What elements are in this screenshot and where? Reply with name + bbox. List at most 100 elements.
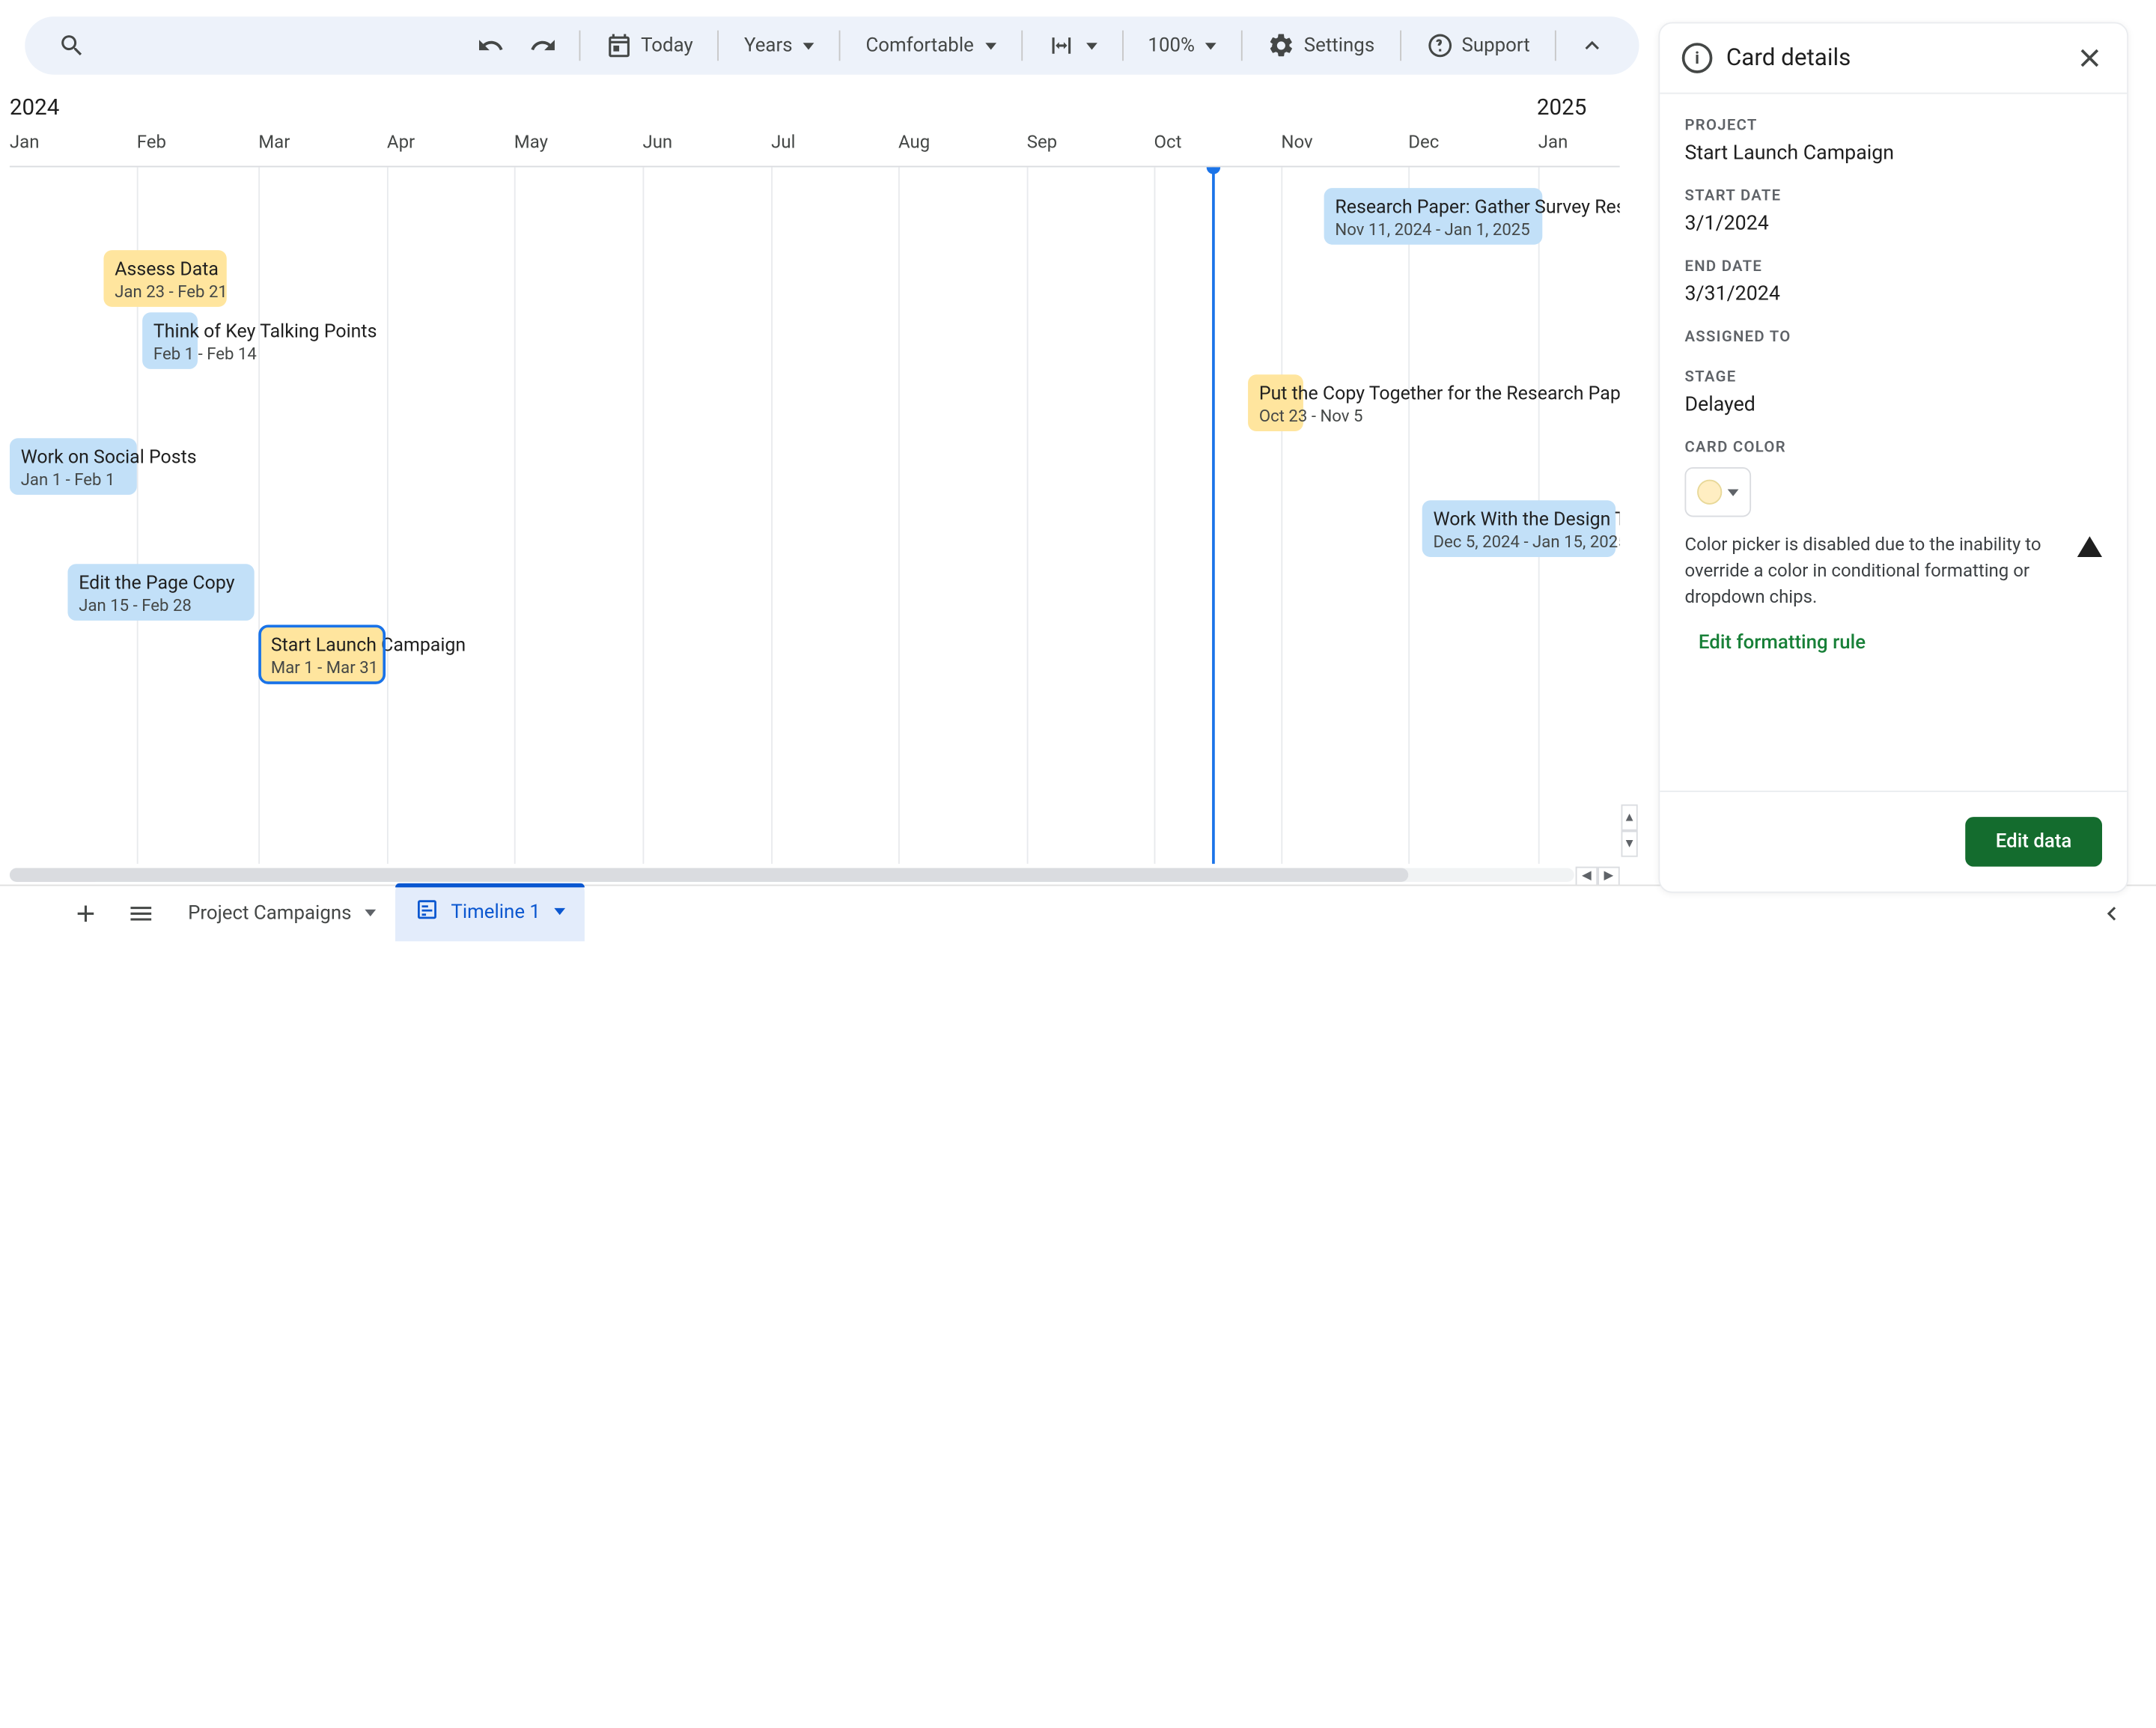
field-label-start: START DATE	[1684, 186, 2102, 204]
month-label: Jun	[642, 133, 672, 153]
collapse-toolbar-button[interactable]	[1570, 23, 1614, 67]
all-sheets-button[interactable]	[113, 885, 168, 940]
field-label-stage: STAGE	[1684, 368, 2102, 386]
month-label: Mar	[258, 133, 290, 153]
undo-button[interactable]	[468, 23, 512, 67]
card-dates: Oct 23 - Nov 5	[1259, 407, 1292, 426]
zoom-granularity-label: Years	[744, 34, 793, 57]
field-label-end: END DATE	[1684, 257, 2102, 275]
chevron-up-icon	[1578, 31, 1606, 59]
chevron-down-icon	[1085, 42, 1097, 49]
today-marker	[1212, 167, 1215, 863]
horizontal-scrollbar[interactable]	[10, 868, 1574, 881]
month-label: Oct	[1154, 133, 1182, 153]
help-icon	[1425, 31, 1453, 59]
tab-label: Project Campaigns	[188, 902, 351, 925]
close-button[interactable]	[2074, 43, 2105, 73]
column-width-dropdown[interactable]	[1036, 23, 1108, 67]
card-dates: Jan 15 - Feb 28	[79, 596, 243, 615]
zoom-granularity-dropdown[interactable]: Years	[733, 23, 826, 67]
gear-icon	[1268, 31, 1296, 59]
tab-timeline-1[interactable]: Timeline 1	[396, 883, 585, 941]
card-dates: Dec 5, 2024 - Jan 15, 2025	[1433, 532, 1604, 552]
timeline-card[interactable]: Assess DataJan 23 - Feb 21	[103, 250, 226, 307]
card-dates: Feb 1 - Feb 14	[153, 344, 186, 364]
timeline-card[interactable]: Work With the Design TeamDec 5, 2024 - J…	[1422, 500, 1616, 557]
month-label: Jan	[1538, 133, 1568, 153]
search-button[interactable]	[49, 23, 94, 67]
density-label: Comfortable	[865, 34, 973, 57]
info-icon: i	[1682, 43, 1713, 73]
edit-data-button[interactable]: Edit data	[1965, 817, 2102, 866]
card-title: Start Launch Campaign	[271, 634, 374, 657]
timeline-card[interactable]: Put the Copy Together for the Research P…	[1248, 374, 1303, 431]
scroll-left-button[interactable]: ◀	[1576, 867, 1598, 886]
toolbar: Today Years Comfortable 100% Settings	[25, 16, 1639, 75]
column-width-icon	[1047, 31, 1075, 59]
field-value-stage: Delayed	[1684, 392, 2102, 416]
month-label: Sep	[1027, 133, 1057, 153]
today-button[interactable]: Today	[594, 23, 704, 67]
chevron-left-icon	[2098, 899, 2125, 927]
timeline-card[interactable]: Start Launch CampaignMar 1 - Mar 31	[260, 626, 384, 683]
redo-icon	[529, 31, 557, 59]
timeline-card[interactable]: Research Paper: Gather Survey ResultsNov…	[1324, 188, 1543, 245]
timeline-card[interactable]: Think of Key Talking PointsFeb 1 - Feb 1…	[142, 312, 198, 369]
month-label: May	[514, 133, 548, 153]
field-value-project: Start Launch Campaign	[1684, 141, 2102, 164]
search-icon	[58, 31, 86, 59]
card-dates: Mar 1 - Mar 31	[271, 658, 374, 678]
year-row: 2024 2025	[10, 94, 1620, 127]
card-title: Assess Data	[115, 258, 216, 281]
add-sheet-button[interactable]	[58, 885, 114, 940]
month-label: Dec	[1408, 133, 1439, 153]
disabled-note-text: Color picker is disabled due to the inab…	[1684, 534, 2063, 612]
card-title: Work With the Design Team	[1433, 508, 1604, 531]
scroll-down-button[interactable]: ▼	[1621, 831, 1638, 857]
density-dropdown[interactable]: Comfortable	[855, 23, 1007, 67]
chevron-down-icon	[1728, 489, 1739, 496]
edit-formatting-rule-link[interactable]: Edit formatting rule	[1684, 631, 2102, 654]
timeline-canvas[interactable]: Research Paper: Gather Survey ResultsNov…	[10, 166, 1620, 864]
support-label: Support	[1461, 34, 1529, 57]
gridlines	[10, 167, 1620, 863]
year-label: 2024	[10, 94, 59, 121]
support-button[interactable]: Support	[1415, 23, 1541, 67]
chevron-down-icon	[985, 42, 996, 49]
collapse-sidebar-button[interactable]	[2084, 885, 2140, 940]
month-label: Feb	[137, 133, 166, 153]
panel-title: Card details	[1726, 44, 2061, 72]
card-title: Put the Copy Together for the Research P…	[1259, 383, 1292, 405]
zoom-percent-dropdown[interactable]: 100%	[1137, 23, 1228, 67]
field-label-project: PROJECT	[1684, 116, 2102, 134]
warning-icon	[2077, 536, 2102, 557]
field-value-start: 3/1/2024	[1684, 211, 2102, 234]
today-label: Today	[641, 34, 693, 57]
settings-label: Settings	[1304, 34, 1374, 57]
undo-icon	[476, 31, 504, 59]
card-title: Think of Key Talking Points	[153, 320, 186, 343]
menu-icon	[127, 899, 155, 927]
card-title: Edit the Page Copy	[79, 572, 243, 594]
month-row: JanFebMarAprMayJunJulAugSepOctNovDecJan	[10, 133, 1620, 165]
scroll-right-button[interactable]: ▶	[1598, 867, 1620, 886]
month-label: Jan	[10, 133, 40, 153]
timeline-icon	[415, 896, 439, 927]
timeline-card[interactable]: Edit the Page Copy Jan 15 - Feb 28	[67, 564, 254, 621]
card-title: Work on Social Posts	[21, 446, 126, 469]
scrollbar-thumb[interactable]	[10, 868, 1408, 881]
field-label-assigned: ASSIGNED TO	[1684, 328, 2102, 346]
chevron-down-icon	[554, 908, 565, 915]
tab-label: Timeline 1	[451, 901, 540, 923]
chevron-down-icon	[365, 910, 377, 916]
redo-button[interactable]	[520, 23, 564, 67]
month-label: Nov	[1281, 133, 1312, 153]
chevron-down-icon	[803, 42, 814, 49]
scroll-up-button[interactable]: ▲	[1621, 804, 1638, 830]
settings-button[interactable]: Settings	[1257, 23, 1386, 67]
field-value-end: 3/31/2024	[1684, 282, 2102, 305]
tab-project-campaigns[interactable]: Project Campaigns	[168, 885, 395, 940]
calendar-icon	[605, 31, 633, 59]
timeline-card[interactable]: Work on Social PostsJan 1 - Feb 1	[10, 438, 137, 495]
card-dates: Jan 1 - Feb 1	[21, 470, 126, 490]
